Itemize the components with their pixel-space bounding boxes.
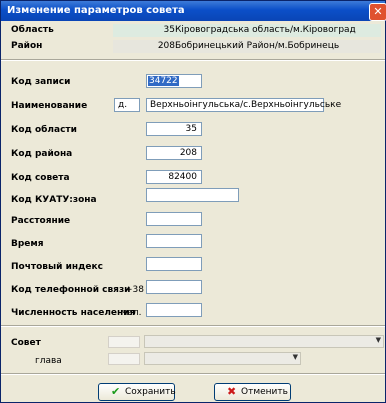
form-divider: [1, 325, 385, 327]
distance-input[interactable]: [146, 212, 202, 226]
region-code-value: 35: [185, 124, 197, 134]
council-code-label: Код совета: [11, 173, 70, 183]
head-label: глава: [35, 356, 62, 366]
footer-divider: [1, 373, 385, 375]
save-button[interactable]: ✔ Сохранить: [98, 383, 176, 401]
dialog-window: Изменение параметров совета ✕ Область 35…: [0, 0, 386, 403]
name-label: Наименование: [11, 101, 88, 111]
region-name-display: Кіровоградська область/м.Кіровоград: [175, 25, 356, 35]
time-input[interactable]: [146, 234, 202, 248]
district-display: 208 Бобринецький Район/м.Бобринець: [113, 40, 381, 53]
koatuu-label: Код КУАТУ:зона: [11, 195, 97, 205]
population-input[interactable]: [146, 303, 202, 317]
name-input[interactable]: Верхньоінгульська/с.Верхньоінгульське: [146, 98, 341, 112]
district-code-display: 208: [157, 41, 175, 51]
header-divider: [1, 59, 385, 61]
council-code-input[interactable]: 82400: [146, 170, 202, 184]
district-code-label: Код района: [11, 149, 73, 159]
postcode-input[interactable]: [146, 257, 202, 271]
district-label: Район: [11, 41, 43, 51]
region-code-display: 35: [163, 25, 175, 35]
region-code-label: Код области: [11, 125, 77, 135]
phone-prefix: +38: [125, 285, 144, 295]
record-code-input[interactable]: 34722: [146, 74, 202, 88]
district-code-value: 208: [179, 148, 197, 158]
name-prefix-value: д.: [118, 100, 128, 110]
chevron-down-icon: ▼: [292, 353, 298, 361]
district-code-input[interactable]: 208: [146, 146, 202, 160]
phone-code-label: Код телефонной связи: [11, 285, 131, 295]
cancel-button[interactable]: ✖ Отменить: [214, 383, 291, 401]
council-code-value: 82400: [168, 172, 197, 182]
cross-icon: ✖: [227, 385, 237, 398]
window-title: Изменение параметров совета: [7, 5, 185, 16]
cancel-button-label: Отменить: [241, 387, 288, 397]
district-name-display: Бобринецький Район/м.Бобринець: [175, 41, 340, 51]
time-label: Время: [11, 239, 44, 249]
koatuu-input[interactable]: [146, 188, 239, 202]
region-display: 35 Кіровоградська область/м.Кіровоград: [113, 24, 381, 37]
council-select[interactable]: ▼: [144, 335, 384, 348]
phone-code-input[interactable]: [146, 280, 202, 294]
region-code-input[interactable]: 35: [146, 122, 202, 136]
region-label: Область: [11, 25, 54, 35]
record-code-value: 34722: [148, 76, 179, 86]
distance-label: Расстояние: [11, 216, 71, 226]
chevron-down-icon: ▼: [375, 336, 381, 344]
postcode-label: Почтовый индекс: [11, 262, 103, 272]
name-prefix-input[interactable]: д.: [114, 98, 140, 112]
checkmark-icon: ✔: [111, 385, 121, 398]
save-button-label: Сохранить: [125, 387, 176, 397]
record-code-label: Код записи: [11, 77, 71, 87]
title-bar: Изменение параметров совета: [1, 1, 385, 21]
council-label: Совет: [11, 338, 41, 348]
close-button[interactable]: ✕: [369, 3, 386, 21]
population-unit: чел.: [122, 308, 142, 318]
population-label: Численность населения: [11, 308, 136, 318]
close-icon: ✕: [373, 5, 383, 18]
head-select[interactable]: ▼: [144, 352, 301, 365]
head-code-box[interactable]: [108, 353, 140, 365]
council-code-box[interactable]: [108, 336, 140, 348]
name-value: Верхньоінгульська/с.Верхньоінгульське: [150, 100, 342, 110]
